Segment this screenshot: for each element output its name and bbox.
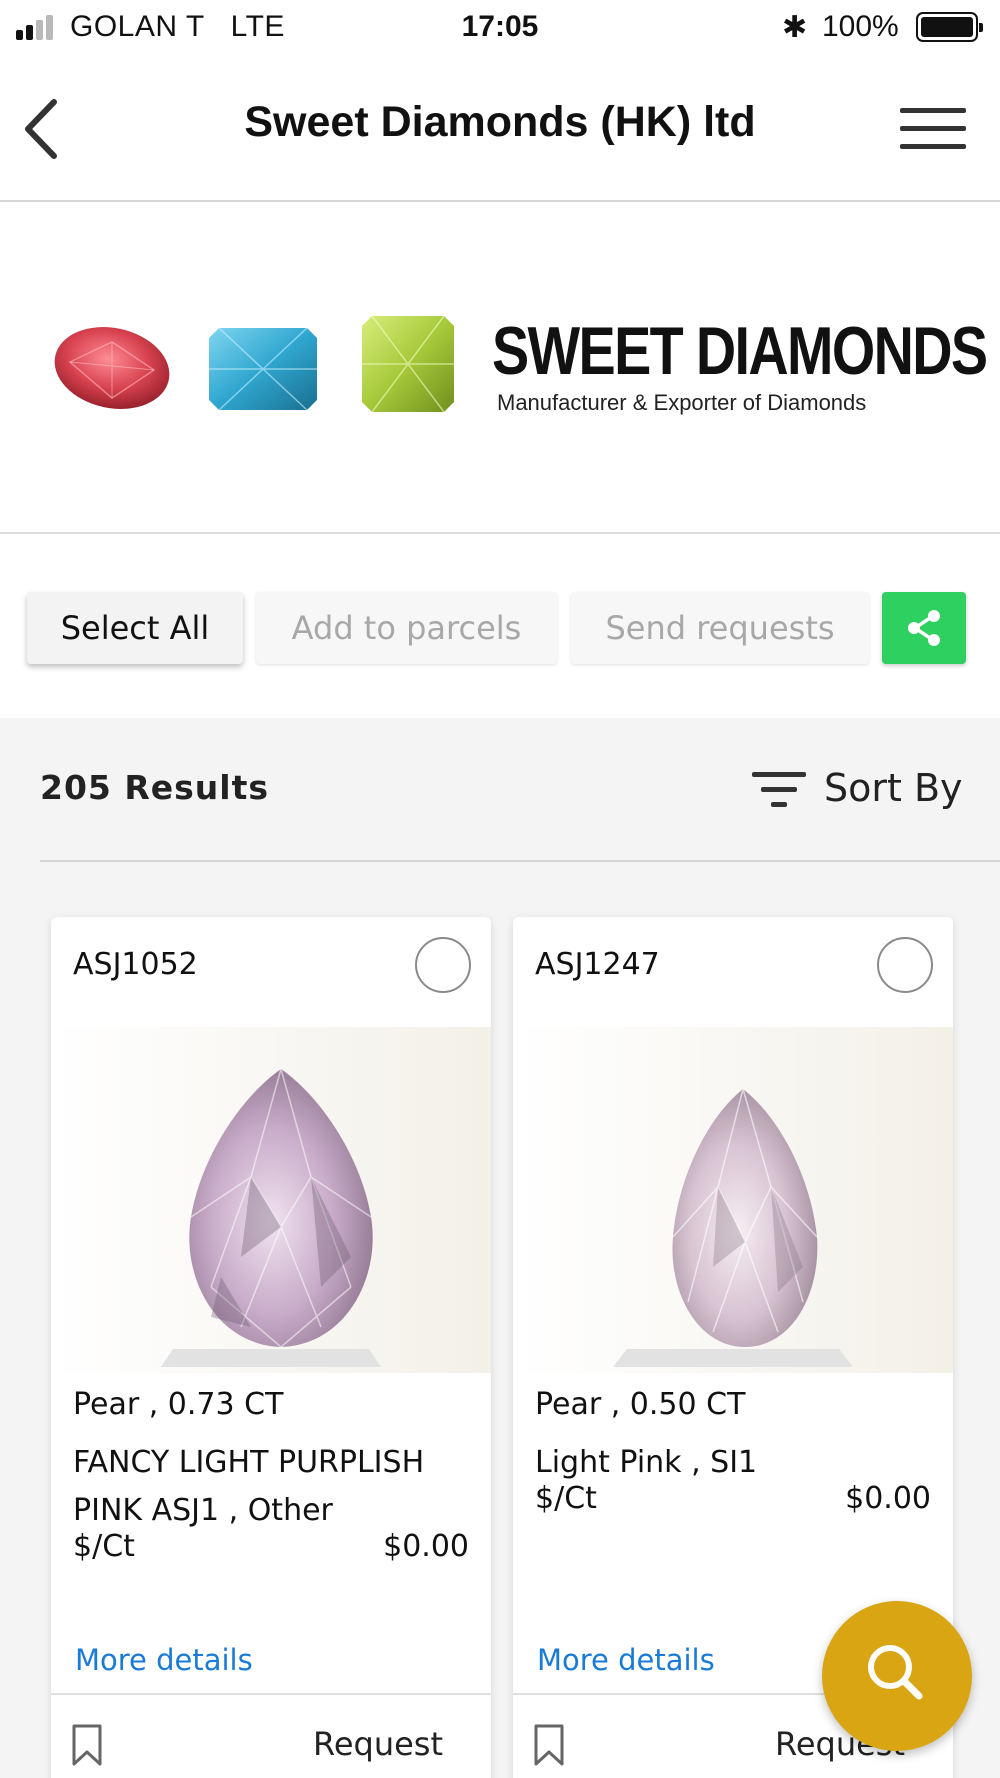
filter-icon	[752, 770, 806, 810]
select-checkbox[interactable]	[877, 937, 933, 993]
diamond-card[interactable]: ASJ1052 Pear , 0.73 CT FANCY LIGHT PURPL…	[51, 917, 491, 1778]
price-label: $/Ct	[73, 1529, 135, 1564]
card-divider	[51, 1693, 491, 1695]
select-checkbox[interactable]	[415, 937, 471, 993]
app-header: Sweet Diamonds (HK) ltd	[0, 58, 1000, 202]
diamond-image	[51, 1027, 491, 1373]
price-value: $0.00	[845, 1481, 931, 1516]
results-count: 205 Results	[40, 768, 270, 807]
brand-tagline: Manufacturer & Exporter of Diamonds	[497, 390, 867, 415]
stone-id: ASJ1052	[73, 947, 198, 982]
sort-by-label: Sort By	[824, 766, 963, 810]
stone-color-clarity: FANCY LIGHT PURPLISH PINK ASJ1 , Other	[73, 1445, 425, 1528]
stone-id: ASJ1247	[535, 947, 660, 982]
price-value: $0.00	[383, 1529, 469, 1564]
stone-shape-carat: Pear , 0.50 CT	[535, 1387, 746, 1422]
share-icon	[908, 610, 940, 646]
divider	[40, 860, 1000, 862]
company-banner: SWEET DIAMONDS Manufacturer & Exporter o…	[0, 204, 1000, 534]
stone-color-clarity: Light Pink , SI1	[535, 1445, 758, 1480]
price-label: $/Ct	[535, 1481, 597, 1516]
stone-shape-carat: Pear , 0.73 CT	[73, 1387, 284, 1422]
green-gem-image	[362, 315, 454, 413]
add-to-parcels-button[interactable]: Add to parcels	[256, 592, 557, 664]
send-requests-button[interactable]: Send requests	[571, 592, 869, 664]
search-icon	[868, 1645, 923, 1700]
diamond-image	[513, 1027, 953, 1373]
request-button[interactable]: Request	[313, 1725, 443, 1763]
bookmark-icon[interactable]	[533, 1723, 565, 1767]
bluetooth-icon: ✱	[782, 11, 808, 44]
more-details-link[interactable]: More details	[75, 1643, 253, 1677]
sort-by-button[interactable]: Sort By	[752, 766, 972, 816]
blue-gem-image	[209, 327, 317, 411]
bookmark-icon[interactable]	[71, 1723, 103, 1767]
page-title: Sweet Diamonds (HK) ltd	[244, 98, 756, 146]
share-button[interactable]	[882, 592, 966, 664]
red-gem-image	[54, 327, 170, 409]
battery-icon	[916, 12, 983, 42]
search-fab-button[interactable]	[822, 1601, 972, 1751]
hamburger-menu-icon[interactable]	[900, 108, 966, 150]
more-details-link[interactable]: More details	[537, 1643, 715, 1677]
brand-logo-text: SWEET DIAMONDS	[492, 313, 988, 389]
select-all-button[interactable]: Select All	[27, 592, 243, 664]
battery-percent: 100%	[822, 10, 899, 43]
status-bar: GOLAN T LTE 17:05 ✱ 100%	[0, 0, 1000, 58]
action-bar: Select All Add to parcels Send requests	[0, 536, 1000, 718]
